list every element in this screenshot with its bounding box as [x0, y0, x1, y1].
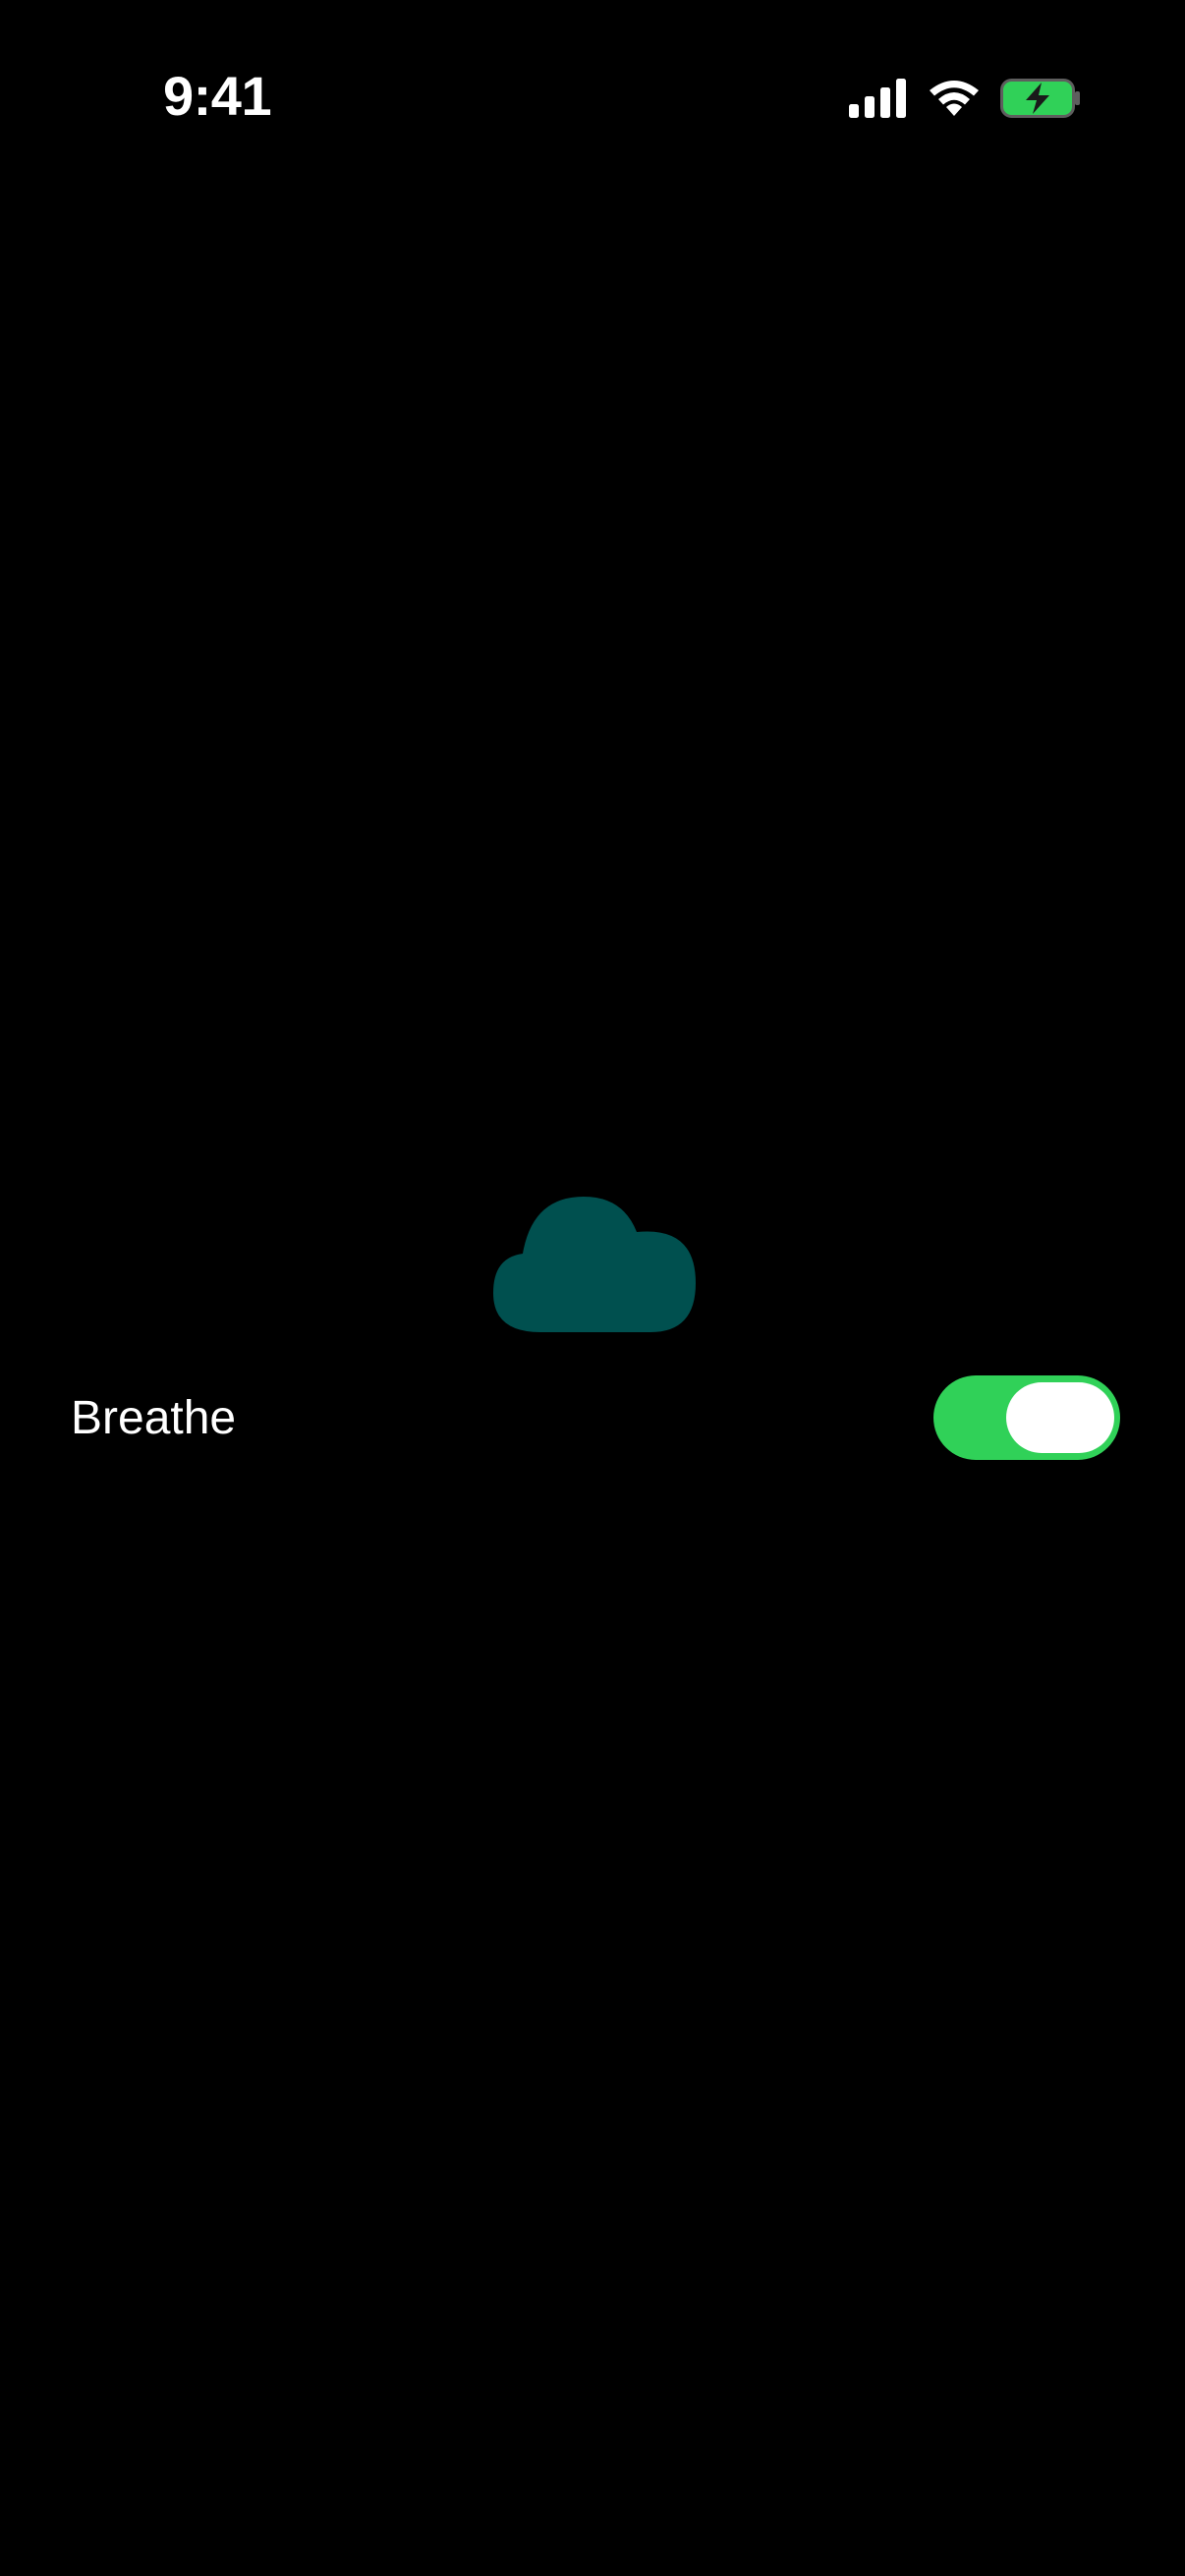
screen: 9:41 Breathe: [0, 0, 1185, 2576]
status-time: 9:41: [163, 65, 272, 127]
breathe-row: Breathe: [71, 1375, 1120, 1462]
breathe-toggle[interactable]: [933, 1375, 1120, 1460]
cloud-icon: [493, 1197, 696, 1332]
battery-charging-icon: [1000, 79, 1080, 118]
breathe-label: Breathe: [71, 1392, 237, 1444]
wifi-icon: [930, 81, 979, 116]
status-icons: [849, 69, 1081, 128]
cellular-signal-icon: [849, 79, 906, 118]
toggle-knob: [1006, 1382, 1114, 1453]
